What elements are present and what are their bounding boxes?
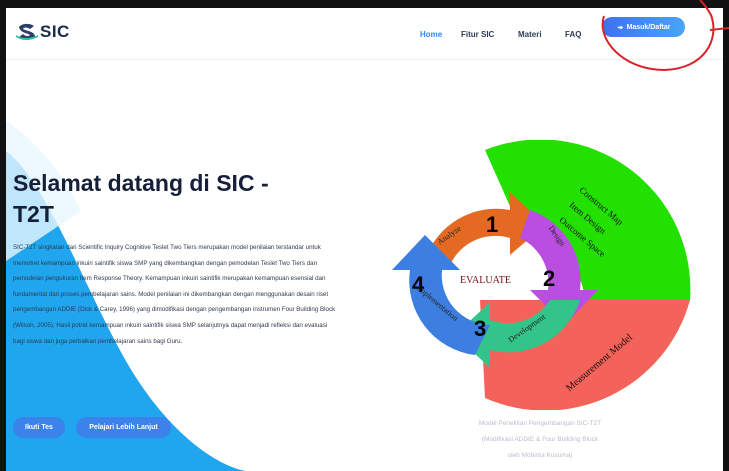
login-label: Masuk/Daftar [626,23,671,31]
window-frame-top [0,0,729,8]
ikuti-tes-button[interactable]: Ikuti Tes [13,417,65,438]
window-frame-left [0,0,6,471]
diagram-caption-line1: Model Penelitian Pengembangan SIC-T2T [478,420,602,427]
logo-s-icon [16,23,38,40]
addie-diagram: 1 2 3 4 Analyze Design Development Imple… [392,140,691,410]
window-frame-right [723,0,729,471]
pelajari-lebih-lanjut-button[interactable]: Pelajari Lebih Lanjut [76,417,171,438]
diagram-caption-line2: (Modifikasi ADDIE & Four Building Block [481,436,599,443]
hero-title-line1: Selamat datang di SIC - [13,170,269,196]
hero-title-line2: T2T [13,201,54,227]
step-number-1: 1 [486,212,498,237]
evaluate-label: EVALUATE [460,275,511,286]
nav-home[interactable]: Home [420,30,442,39]
login-register-button[interactable]: Masuk/Daftar [602,17,685,37]
logo-text: SIC [40,22,70,41]
diagram-red-segment [480,300,690,410]
site-logo[interactable]: SIC [16,22,70,42]
diagram-caption-line3: oleh Mobinta Kusuma) [507,452,573,459]
nav-materi[interactable]: Materi [518,30,542,39]
step-number-2: 2 [543,266,555,291]
nav-fitur-sic[interactable]: Fitur SIC [461,30,494,39]
hero-description: SIC-T2T singkatan dari Scientific Inquir… [13,244,336,345]
nav-faq[interactable]: FAQ [565,30,581,39]
login-icon [617,24,623,30]
hero-title: Selamat datang di SIC - T2T [13,168,333,230]
step-number-3: 3 [474,316,486,341]
